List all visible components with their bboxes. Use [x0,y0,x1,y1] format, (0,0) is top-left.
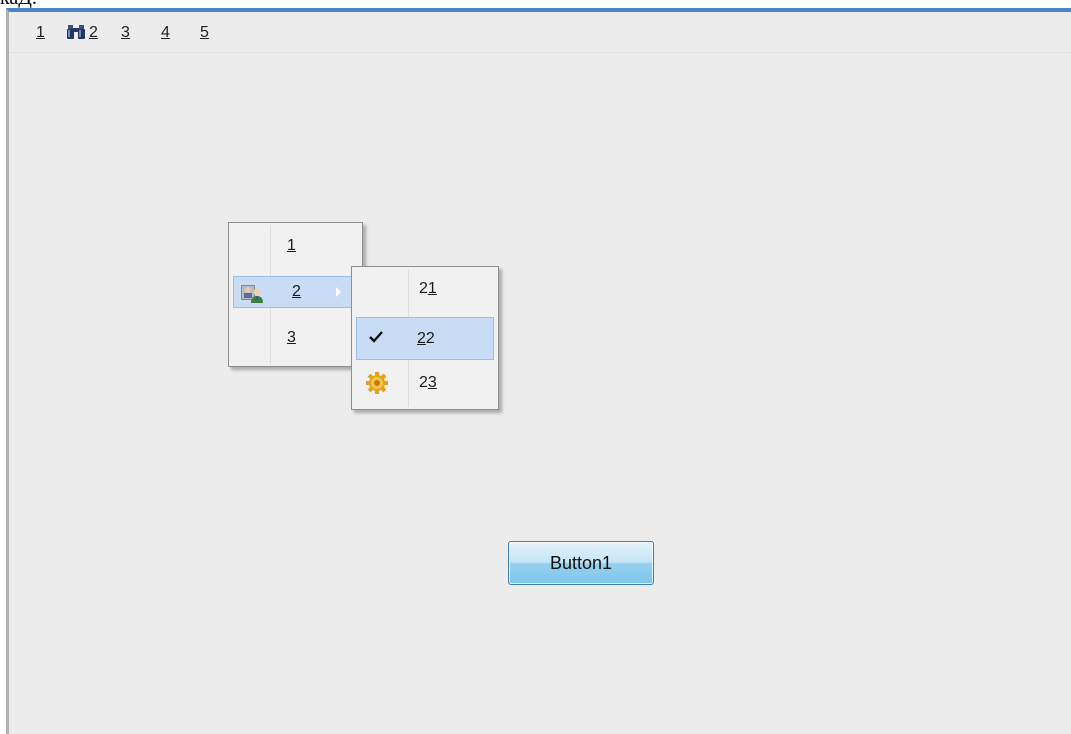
context-menu-item-1-label: 1 [287,237,296,254]
context-menu-item-1[interactable]: 1 [233,231,358,263]
application-window: 1 2 3 4 5 1 2 3 21 22 23 Button1 [6,8,1071,734]
submenu-item-21[interactable]: 21 [356,274,494,306]
submenu-item-22-mnemonic: 2 [417,330,426,347]
submenu-item-22-suffix: 2 [425,330,435,347]
menubar-item-1[interactable]: 1 [36,22,45,44]
context-menu-item-2[interactable]: 2 [233,276,358,308]
submenu-arrow-icon [336,287,341,297]
menubar-item-3[interactable]: 3 [121,22,130,44]
binoculars-icon[interactable] [66,23,86,41]
context-menu-item-3[interactable]: 3 [233,323,358,355]
menubar-item-4[interactable]: 4 [161,22,170,44]
users-icon [240,280,264,304]
context-menu: 1 2 3 [228,222,363,367]
context-menu-item-2-label: 2 [292,283,301,300]
context-menu-item-3-label: 3 [287,329,296,346]
page-top-text-fragment: каД. [0,0,37,8]
submenu-item-23-prefix: 2 [419,374,428,391]
submenu: 21 22 23 [351,266,499,410]
menubar-item-2[interactable]: 2 [89,22,98,44]
button1[interactable]: Button1 [508,541,654,585]
check-icon [367,328,385,346]
submenu-item-23-mnemonic: 3 [427,374,437,391]
submenu-item-21-prefix: 2 [419,280,428,297]
menubar-item-5[interactable]: 5 [200,22,209,44]
submenu-item-21-mnemonic: 1 [427,280,437,297]
gear-icon [365,371,389,395]
menu-bar: 1 2 3 4 5 [9,12,1071,53]
submenu-item-22[interactable]: 22 [356,317,494,360]
submenu-item-23[interactable]: 23 [356,368,494,400]
